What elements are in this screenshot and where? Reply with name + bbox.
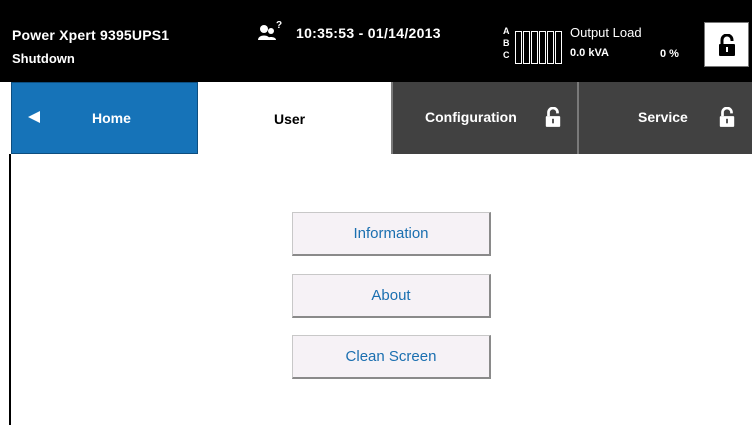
left-arrow-icon <box>28 111 40 123</box>
load-bar-cell <box>515 31 522 64</box>
about-button[interactable]: About <box>292 274 491 318</box>
system-state: Shutdown <box>12 51 75 66</box>
tab-service[interactable]: Service <box>577 82 752 154</box>
tab-service-label: Service <box>638 109 688 125</box>
load-bar-cell <box>555 31 562 64</box>
padlock-open-icon <box>719 34 735 56</box>
output-load-percent: 0 % <box>660 48 679 60</box>
ups-display-screen: Power Xpert 9395UPS1 Shutdown ? 10:35:53… <box>0 0 752 425</box>
tab-bar: Home User Configuration Service <box>0 82 752 154</box>
phase-c-label: C <box>503 50 510 60</box>
load-bar-cell <box>531 31 538 64</box>
load-bar-cell <box>523 31 530 64</box>
login-lock-button[interactable] <box>704 22 749 67</box>
status-bar: Power Xpert 9395UPS1 Shutdown ? 10:35:53… <box>0 0 752 82</box>
user-level-badge: ? <box>276 20 283 31</box>
device-name: Power Xpert 9395UPS1 <box>12 27 170 43</box>
information-button[interactable]: Information <box>292 212 491 256</box>
tab-configuration[interactable]: Configuration <box>391 82 577 154</box>
phase-b-label: B <box>503 38 510 48</box>
clean-screen-button[interactable]: Clean Screen <box>292 335 491 379</box>
tab-user[interactable]: User <box>198 82 391 154</box>
load-bar-cell <box>547 31 554 64</box>
left-edge-divider <box>9 154 11 425</box>
tab-home[interactable]: Home <box>11 82 198 154</box>
tab-home-label: Home <box>92 110 131 126</box>
user-level-icon <box>258 25 276 40</box>
padlock-open-icon <box>719 107 735 127</box>
output-load-label: Output Load <box>570 25 642 40</box>
phase-a-label: A <box>503 26 510 36</box>
padlock-open-icon <box>545 107 561 127</box>
load-bar-cell <box>539 31 546 64</box>
tab-user-label: User <box>274 111 306 127</box>
output-load-kva: 0.0 kVA <box>570 47 609 59</box>
tab-configuration-label: Configuration <box>425 109 517 125</box>
date-time: 10:35:53 - 01/14/2013 <box>296 25 441 41</box>
output-load-bar-graph <box>515 31 563 65</box>
